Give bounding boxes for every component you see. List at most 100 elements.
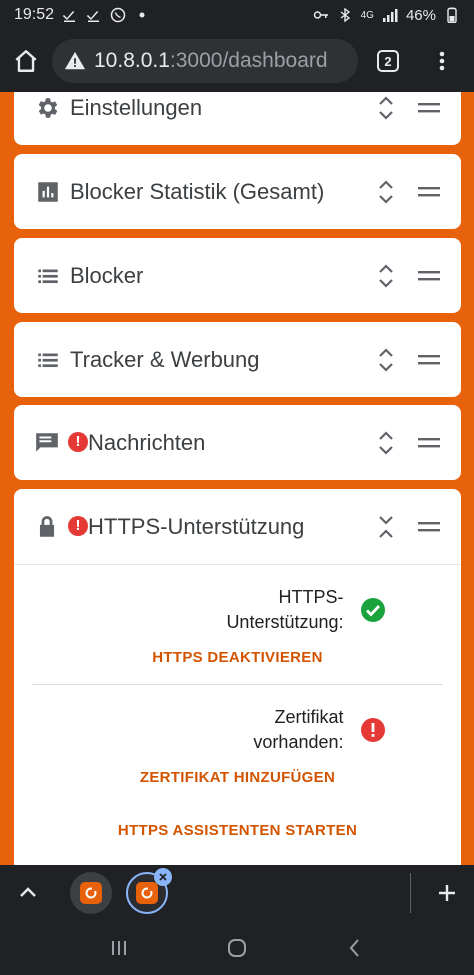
home-icon bbox=[15, 50, 37, 72]
signal-icon bbox=[382, 7, 398, 23]
home-circle-icon bbox=[228, 939, 246, 957]
https-deactivate-button[interactable]: HTTPS DEAKTIVIEREN bbox=[32, 635, 443, 684]
expand-button[interactable] bbox=[371, 174, 401, 210]
back-button[interactable] bbox=[325, 921, 385, 975]
recent-apps-icon bbox=[112, 941, 126, 955]
download-done-icon bbox=[86, 7, 102, 23]
drag-handle-icon bbox=[418, 437, 440, 447]
close-icon bbox=[159, 873, 167, 881]
chevron-up-icon bbox=[20, 887, 36, 897]
expand-button[interactable] bbox=[371, 342, 401, 378]
browser-menu-button[interactable] bbox=[418, 35, 466, 87]
card-nachrichten: ! Nachrichten bbox=[14, 405, 461, 480]
status-time: 19:52 bbox=[14, 6, 55, 23]
https-status-label-line2: Unterstützung: bbox=[226, 612, 344, 632]
card-header[interactable]: Einstellungen bbox=[14, 92, 461, 145]
battery-percent: 46% bbox=[405, 6, 436, 24]
https-status-row: HTTPS- Unterstützung: bbox=[32, 565, 443, 635]
drag-handle-icon bbox=[418, 521, 440, 531]
bar-chart-icon bbox=[34, 178, 62, 206]
new-tab-button[interactable] bbox=[420, 865, 474, 921]
card-title: Einstellungen bbox=[70, 94, 203, 120]
message-icon: ! bbox=[34, 429, 88, 457]
download-done-icon bbox=[62, 7, 78, 23]
home-button[interactable] bbox=[0, 35, 52, 87]
unfold-less-icon bbox=[379, 515, 393, 538]
dashboard-content[interactable]: Einstellungen Blocker Statistik (Gesamt) bbox=[0, 92, 474, 865]
unfold-more-icon bbox=[379, 430, 393, 455]
alert-icon: ! bbox=[68, 515, 88, 536]
more-vert-icon bbox=[439, 51, 445, 71]
gear-icon bbox=[34, 94, 62, 122]
drag-handle-icon bbox=[418, 270, 440, 280]
close-tab-button[interactable] bbox=[154, 868, 172, 886]
card-header[interactable]: Blocker bbox=[14, 238, 461, 313]
drag-handle-icon bbox=[418, 102, 440, 112]
cert-status-label-line2: vorhanden: bbox=[253, 732, 344, 752]
drag-handle[interactable] bbox=[415, 345, 443, 375]
unfold-more-icon bbox=[379, 95, 393, 120]
site-favicon-icon bbox=[136, 882, 158, 904]
browser-toolbar: 10.8.0.1:3000/dashboard 2 bbox=[0, 30, 474, 92]
battery-icon bbox=[444, 7, 460, 23]
collapse-button[interactable] bbox=[371, 509, 401, 545]
card-title: Tracker & Werbung bbox=[70, 346, 260, 372]
lock-icon: ! bbox=[34, 513, 88, 541]
tab-thumbnail[interactable] bbox=[70, 872, 112, 914]
expand-button[interactable] bbox=[371, 92, 401, 126]
card-header[interactable]: Tracker & Werbung bbox=[14, 322, 461, 397]
cert-status-label-line1: Zertifikat bbox=[274, 707, 344, 727]
card-title: Nachrichten bbox=[88, 429, 206, 455]
not-secure-warning-icon bbox=[64, 51, 86, 70]
drag-handle[interactable] bbox=[415, 428, 443, 458]
drag-handle-icon bbox=[418, 186, 440, 196]
unfold-more-icon bbox=[379, 263, 393, 288]
error-circle-icon bbox=[360, 718, 385, 742]
tab-count: 2 bbox=[377, 50, 399, 72]
url-host: 10.8.0.1 bbox=[94, 49, 170, 72]
url-path: :3000/dashboard bbox=[169, 49, 328, 72]
bluetooth-icon bbox=[337, 7, 353, 23]
card-header[interactable]: ! HTTPS-Unterstützung bbox=[14, 489, 461, 564]
tab-switcher-button[interactable]: 2 bbox=[358, 35, 418, 87]
address-bar[interactable]: 10.8.0.1:3000/dashboard bbox=[52, 39, 358, 83]
recent-apps-button[interactable] bbox=[89, 921, 149, 975]
https-panel: HTTPS- Unterstützung: HTTPS DEAKTIVIEREN… bbox=[14, 564, 461, 857]
site-favicon-icon bbox=[80, 882, 102, 904]
network-type: 4G bbox=[360, 9, 374, 21]
drag-handle-icon bbox=[418, 354, 440, 364]
card-einstellungen: Einstellungen bbox=[14, 92, 461, 145]
list-icon bbox=[34, 346, 62, 374]
divider bbox=[410, 873, 411, 913]
drag-handle[interactable] bbox=[415, 177, 443, 207]
system-navigation-bar bbox=[0, 921, 474, 975]
https-status-label-line1: HTTPS- bbox=[278, 587, 344, 607]
expand-button[interactable] bbox=[371, 425, 401, 461]
add-certificate-button[interactable]: ZERTIFIKAT HINZUFÜGEN bbox=[32, 755, 443, 804]
unfold-more-icon bbox=[379, 347, 393, 372]
card-https-unterstuetzung: ! HTTPS-Unterstützung HTTPS- Unterstützu… bbox=[14, 489, 461, 865]
drag-handle[interactable] bbox=[415, 512, 443, 542]
plus-icon bbox=[439, 885, 455, 901]
home-nav-button[interactable] bbox=[207, 921, 267, 975]
active-tab-thumbnail[interactable] bbox=[126, 868, 172, 914]
url-text: 10.8.0.1:3000/dashboard bbox=[94, 49, 328, 73]
card-blocker: Blocker bbox=[14, 238, 461, 313]
card-header[interactable]: Blocker Statistik (Gesamt) bbox=[14, 154, 461, 229]
tab-strip bbox=[0, 865, 474, 921]
key-icon bbox=[313, 7, 329, 23]
drag-handle[interactable] bbox=[415, 93, 443, 123]
check-circle-icon bbox=[360, 598, 385, 622]
expand-button[interactable] bbox=[371, 258, 401, 294]
card-title: HTTPS-Unterstützung bbox=[88, 513, 305, 539]
back-chevron-icon bbox=[349, 939, 359, 957]
cert-status-row: Zertifikat vorhanden: bbox=[32, 685, 443, 755]
drag-handle[interactable] bbox=[415, 261, 443, 291]
cert-status-label: Zertifikat vorhanden: bbox=[90, 705, 360, 755]
start-https-wizard-button[interactable]: HTTPS ASSISTENTEN STARTEN bbox=[32, 804, 443, 857]
alert-icon: ! bbox=[68, 431, 88, 452]
whatsapp-icon bbox=[110, 7, 126, 23]
unfold-more-icon bbox=[379, 179, 393, 204]
expand-tab-strip-button[interactable] bbox=[0, 865, 56, 921]
card-header[interactable]: ! Nachrichten bbox=[14, 405, 461, 480]
